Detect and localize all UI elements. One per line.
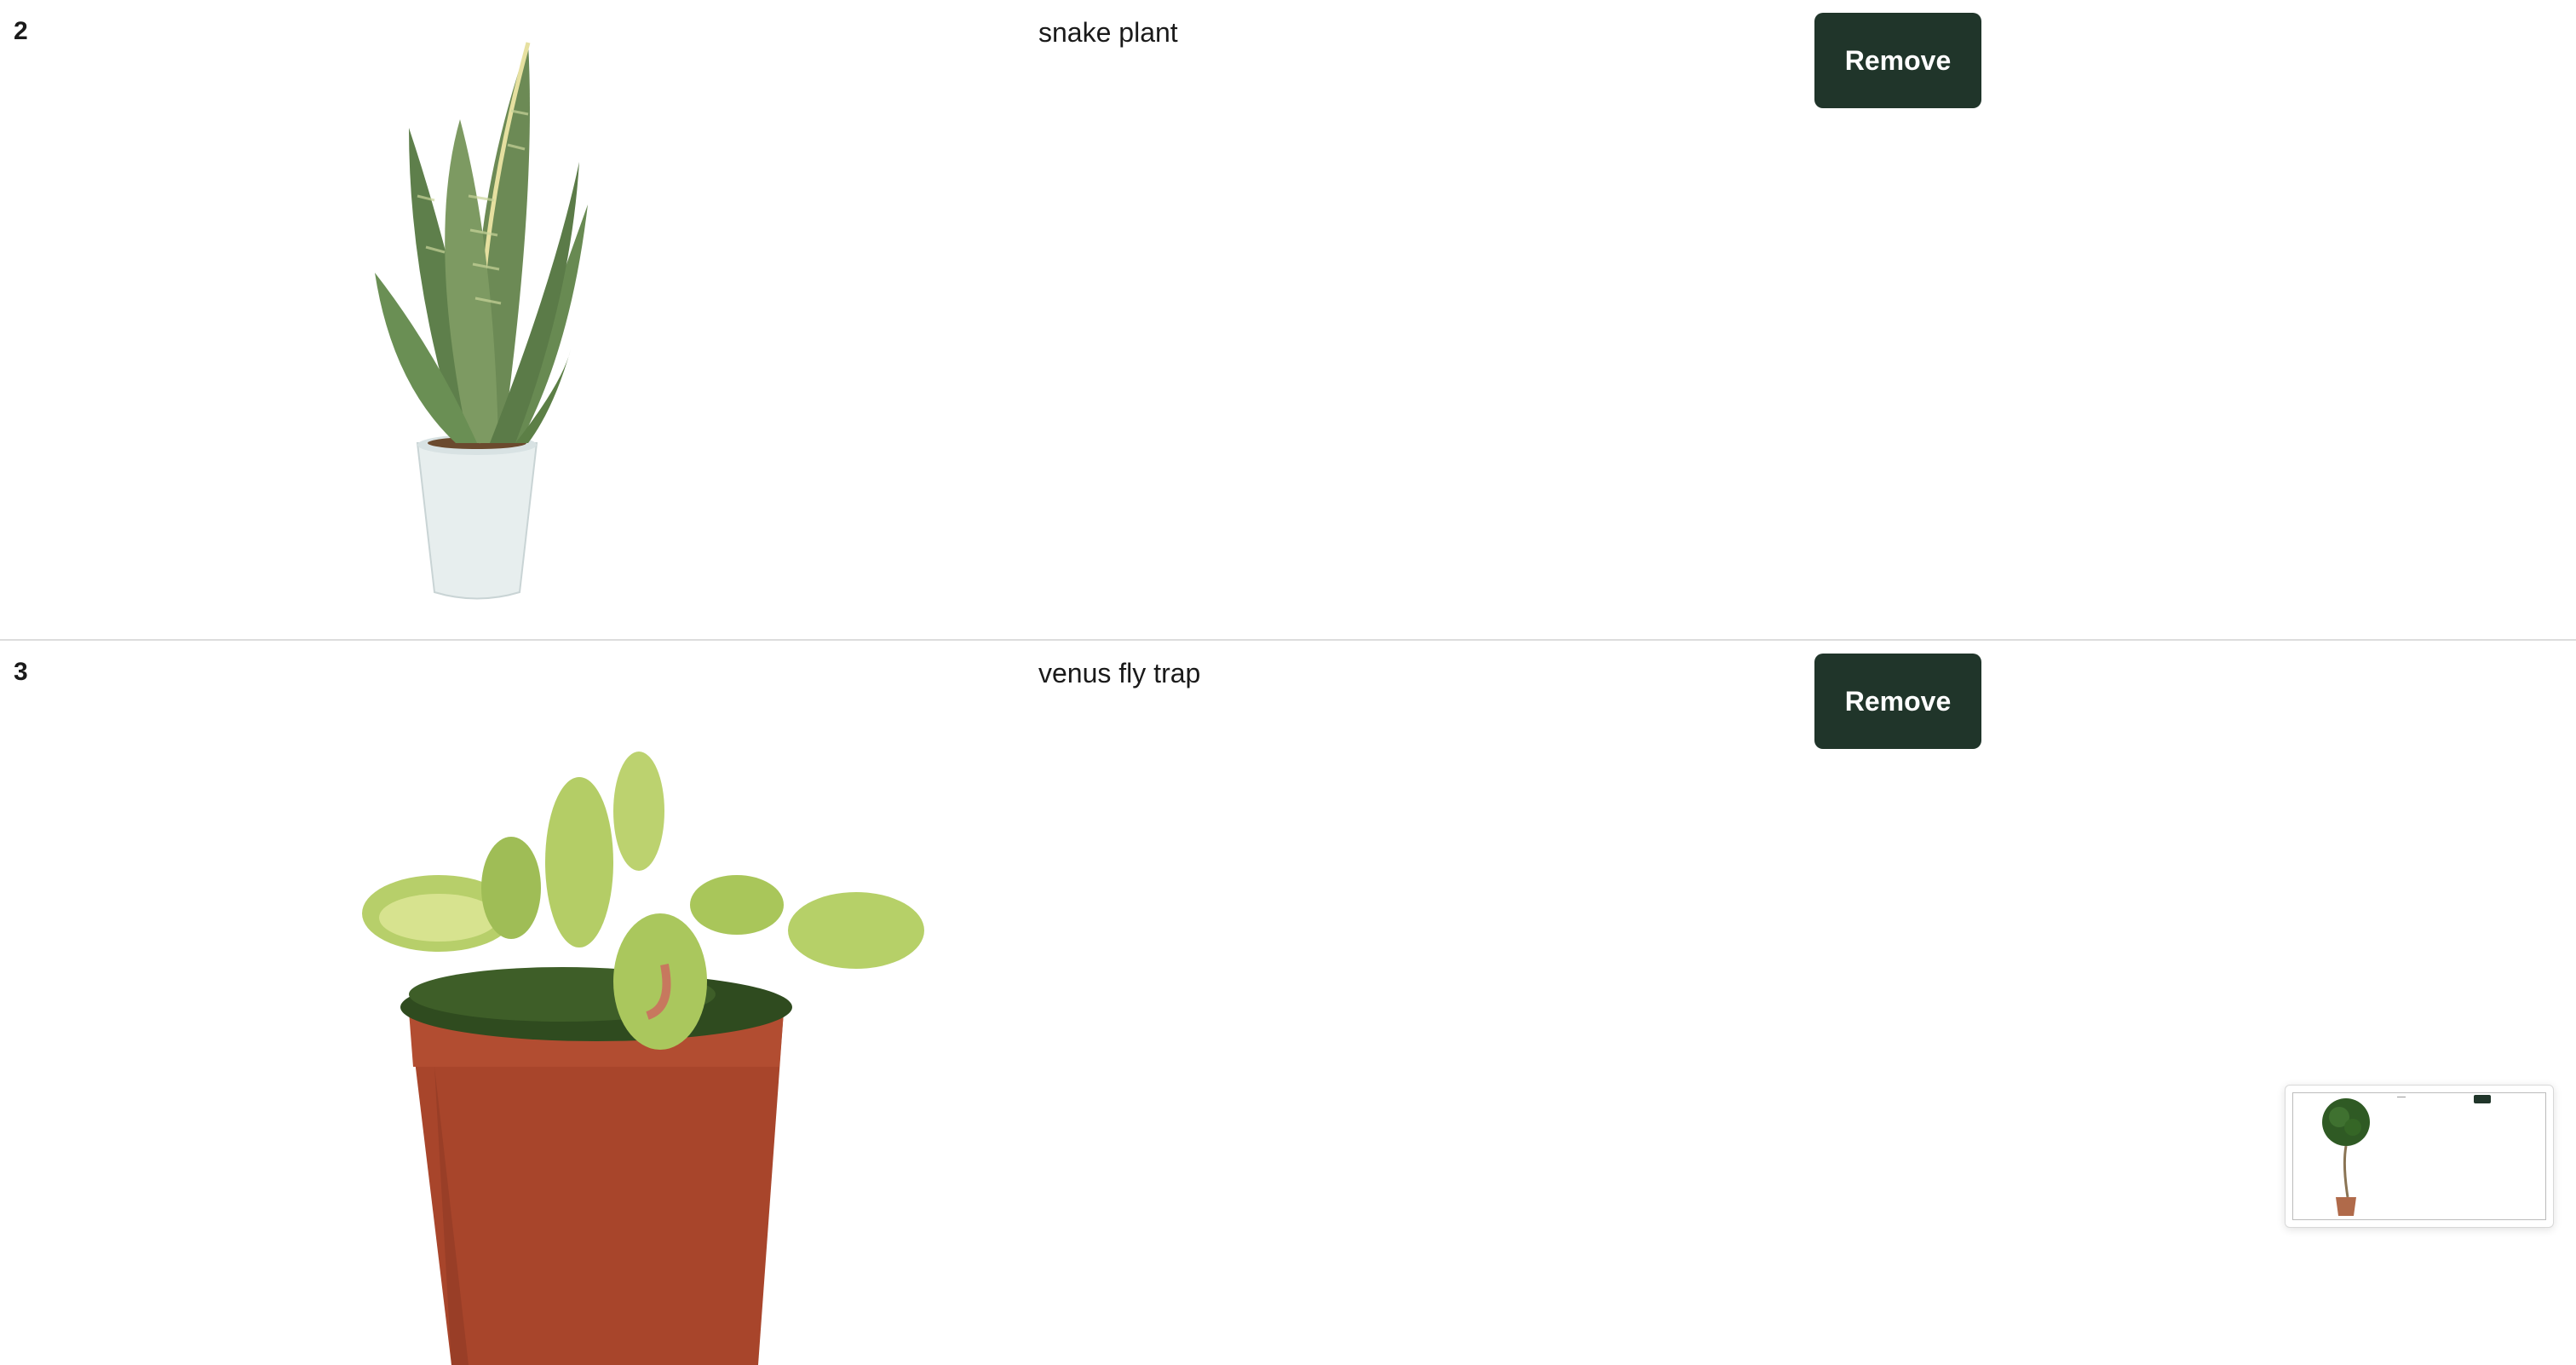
product-name: snake plant <box>1038 17 1178 48</box>
cart-row: 2 snake plant Remove <box>0 0 2576 641</box>
cart-row: 3 venus fly trap Remove <box>0 641 2576 1365</box>
preview-frame <box>2292 1092 2546 1220</box>
page-preview-thumbnail[interactable] <box>2285 1085 2554 1228</box>
preview-button <box>2474 1095 2491 1103</box>
remove-button[interactable]: Remove <box>1814 654 1981 749</box>
remove-button[interactable]: Remove <box>1814 13 1981 108</box>
row-index: 3 <box>14 658 28 686</box>
row-index: 2 <box>14 17 28 45</box>
product-name: venus fly trap <box>1038 658 1201 688</box>
topiary-tree-image <box>2322 1098 2370 1216</box>
snake-plant-image <box>375 42 588 600</box>
venus-fly-trap-image <box>362 752 924 1365</box>
